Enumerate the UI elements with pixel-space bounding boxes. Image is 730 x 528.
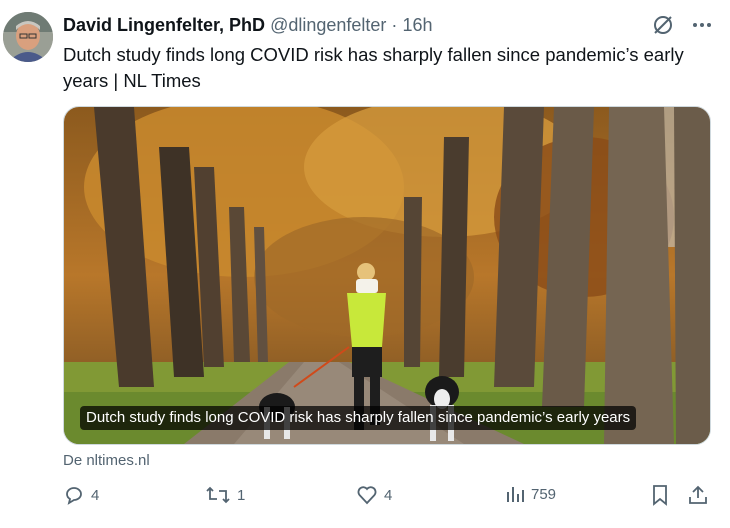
- link-card-image: [64, 107, 710, 444]
- repost-count: 1: [237, 486, 246, 504]
- repost-button[interactable]: 1: [205, 484, 245, 506]
- share-icon: [687, 484, 709, 506]
- avatar[interactable]: [3, 12, 53, 62]
- like-button[interactable]: 4: [356, 484, 392, 506]
- author-handle[interactable]: @dlingenfelter: [270, 15, 386, 35]
- bookmark-button[interactable]: [650, 484, 670, 506]
- link-card[interactable]: Dutch study finds long COVID risk has sh…: [63, 106, 711, 445]
- post-header: David Lingenfelter, PhD @dlingenfelter ·…: [63, 14, 432, 36]
- bookmark-icon: [650, 484, 670, 506]
- more-options-icon[interactable]: [692, 15, 712, 35]
- reply-button[interactable]: 4: [63, 484, 99, 506]
- link-card-caption: Dutch study finds long COVID risk has sh…: [80, 406, 637, 430]
- reply-icon: [63, 484, 85, 506]
- like-count: 4: [384, 486, 393, 504]
- share-button[interactable]: [687, 484, 709, 506]
- grok-icon[interactable]: [652, 14, 674, 36]
- analytics-icon: [505, 484, 525, 504]
- repost-icon: [205, 484, 231, 506]
- post-text: Dutch study finds long COVID risk has sh…: [63, 44, 684, 91]
- views-button[interactable]: 759: [505, 484, 556, 504]
- avatar-photo-icon: [3, 12, 53, 62]
- separator-dot: ·: [391, 15, 398, 35]
- reply-count: 4: [91, 486, 100, 504]
- author-name[interactable]: David Lingenfelter, PhD: [63, 15, 265, 35]
- post-top-actions: [652, 14, 712, 36]
- heart-icon: [356, 484, 378, 506]
- link-source[interactable]: De nltimes.nl: [63, 452, 150, 469]
- post-actions: 4 1 4 759: [63, 484, 713, 512]
- timestamp[interactable]: 16h: [402, 15, 432, 35]
- view-count: 759: [531, 485, 557, 503]
